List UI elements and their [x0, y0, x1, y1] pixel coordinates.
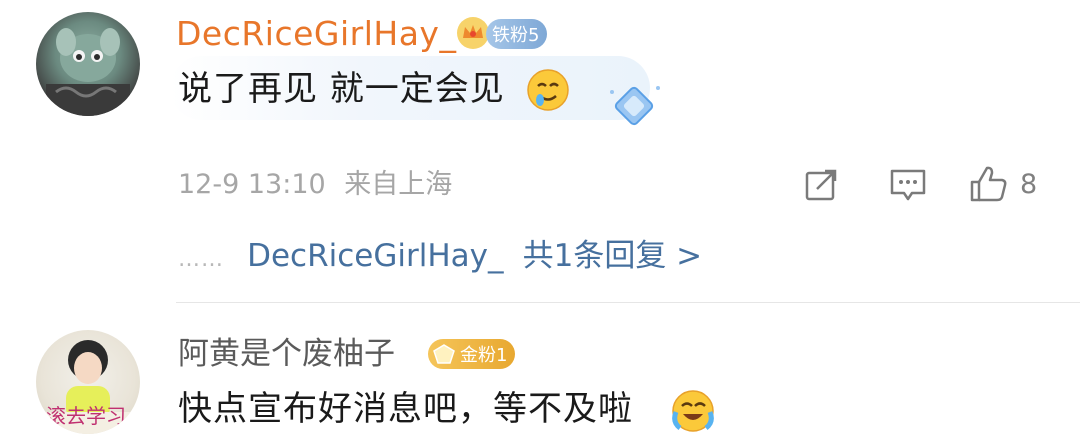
divider	[176, 302, 1080, 303]
reply-summary: 共1条回复 >	[522, 238, 703, 274]
like-count: 8	[1020, 168, 1038, 200]
reply-username: DecRiceGirlHay_	[247, 238, 504, 274]
fan-level-icon	[433, 344, 455, 364]
avatar-image	[46, 28, 130, 116]
comment-button[interactable]	[886, 164, 930, 206]
location: 来自上海	[344, 169, 453, 200]
share-icon	[805, 169, 837, 201]
comment-card: 滚去学习 阿黄是个废柚子 金粉1 快点宣布好消息吧，等不及啦	[0, 304, 1080, 447]
username[interactable]: DecRiceGirlHay_	[176, 14, 456, 54]
fan-badge[interactable]: 金粉1	[428, 339, 516, 369]
crying-smile-emoji	[526, 68, 570, 112]
username[interactable]: 阿黄是个废柚子	[178, 334, 395, 374]
comment-meta: 12-9 13:10 来自上海	[178, 168, 452, 202]
timestamp: 12-9 13:10	[178, 169, 326, 200]
share-button[interactable]	[800, 164, 842, 206]
thumbs-up-icon	[970, 166, 1007, 202]
replies-prefix: ……	[178, 247, 224, 272]
avatar-caption: 滚去学习	[46, 404, 126, 428]
like-button[interactable]: 8	[968, 162, 1048, 206]
fan-badge[interactable]: 铁粉5	[486, 19, 548, 49]
comment-card: DecRiceGirlHay_ 铁粉5 说了再见 就一定会见 12-9 13:1…	[0, 0, 1080, 300]
avatar[interactable]: 滚去学习	[36, 330, 140, 434]
avatar[interactable]	[36, 12, 140, 116]
diamond-icon	[604, 82, 664, 134]
comment-text: 快点宣布好消息吧，等不及啦	[178, 389, 633, 429]
comment-icon	[890, 169, 926, 201]
laugh-cry-emoji	[670, 388, 716, 434]
comment-text: 说了再见 就一定会见	[178, 69, 505, 109]
crown-icon	[456, 16, 490, 50]
replies-link[interactable]: …… DecRiceGirlHay_ 共1条回复 >	[178, 236, 702, 281]
